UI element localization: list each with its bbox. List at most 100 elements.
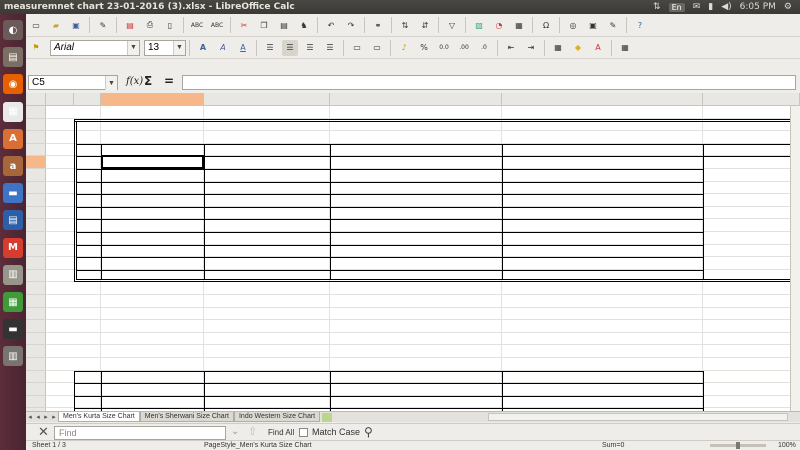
dash-icon[interactable]: ◐ bbox=[3, 20, 23, 40]
print-preview-icon[interactable]: ▯ bbox=[162, 17, 178, 33]
power-icon[interactable]: ⚙ bbox=[784, 2, 792, 12]
network-icon[interactable]: ⇅ bbox=[653, 2, 661, 12]
data-cell[interactable] bbox=[330, 219, 502, 232]
print-icon[interactable]: ⎙ bbox=[142, 17, 158, 33]
row-header-5[interactable] bbox=[26, 156, 46, 169]
data-cell[interactable] bbox=[330, 182, 502, 195]
new-document-icon[interactable]: ▭ bbox=[28, 17, 44, 33]
header-cell[interactable] bbox=[330, 371, 502, 384]
data-cell[interactable] bbox=[502, 169, 703, 182]
battery-icon[interactable]: ▮ bbox=[708, 2, 713, 12]
redo-icon[interactable]: ↷ bbox=[343, 17, 359, 33]
row-header-9[interactable] bbox=[26, 206, 46, 220]
row-header-8[interactable] bbox=[26, 194, 46, 207]
column-header-C[interactable] bbox=[101, 93, 204, 106]
increase-indent-icon[interactable]: ⇥ bbox=[523, 40, 539, 56]
merge-cells-icon[interactable]: ▭ bbox=[349, 40, 365, 56]
font-size-box[interactable]: 13 ▼ bbox=[144, 39, 186, 56]
header-cell[interactable] bbox=[101, 371, 204, 384]
hyperlink-icon[interactable]: ⚭ bbox=[370, 17, 386, 33]
copy-icon[interactable]: ❐ bbox=[256, 17, 272, 33]
data-cell[interactable] bbox=[204, 169, 330, 182]
header-cell[interactable] bbox=[502, 144, 703, 157]
cut-icon[interactable]: ✂ bbox=[236, 17, 252, 33]
data-cell[interactable] bbox=[502, 194, 703, 207]
number-format-icon[interactable]: 0.0 bbox=[436, 40, 452, 56]
row-header-6[interactable] bbox=[26, 169, 46, 182]
spreadsheet-grid[interactable] bbox=[26, 93, 800, 411]
styles-icon[interactable]: ⚑ bbox=[28, 40, 44, 56]
function-wizard-icon[interactable]: f(x) bbox=[126, 76, 143, 87]
trash-icon[interactable]: ▥ bbox=[3, 346, 23, 367]
open-icon[interactable]: ▰ bbox=[48, 17, 64, 33]
find-replace-icon[interactable]: ⚲ bbox=[364, 425, 373, 439]
section-title[interactable] bbox=[46, 358, 204, 371]
row-header-1[interactable] bbox=[26, 106, 46, 119]
column-header-A[interactable] bbox=[46, 93, 74, 106]
insert-image-icon[interactable]: ▨ bbox=[471, 17, 487, 33]
data-cell[interactable] bbox=[101, 194, 204, 207]
special-character-icon[interactable]: Ω bbox=[538, 17, 554, 33]
data-cell[interactable] bbox=[74, 169, 101, 182]
font-color-icon[interactable]: A bbox=[590, 40, 606, 56]
align-right-icon[interactable]: ☰ bbox=[302, 40, 318, 56]
percent-icon[interactable]: % bbox=[416, 40, 432, 56]
data-cell[interactable] bbox=[101, 396, 204, 409]
clone-formatting-icon[interactable]: ♞ bbox=[296, 17, 312, 33]
data-cell[interactable] bbox=[74, 207, 101, 220]
writer-doc-icon[interactable]: ▦ bbox=[3, 101, 23, 122]
data-cell[interactable] bbox=[330, 207, 502, 220]
data-cell[interactable] bbox=[330, 194, 502, 207]
prev-sheet-icon[interactable]: ◂ bbox=[34, 413, 42, 421]
row-header-23[interactable] bbox=[26, 383, 46, 396]
pivot-table-icon[interactable]: ▦ bbox=[511, 17, 527, 33]
justify-icon[interactable]: ☰ bbox=[322, 40, 338, 56]
data-cell[interactable] bbox=[74, 194, 101, 207]
match-case-checkbox[interactable] bbox=[299, 428, 308, 437]
name-box[interactable]: C5 ▼ bbox=[28, 75, 118, 90]
chevron-down-icon[interactable]: ▼ bbox=[127, 40, 139, 55]
header-cell[interactable] bbox=[330, 144, 502, 157]
impress-icon[interactable]: ▤ bbox=[3, 210, 23, 231]
mail-icon[interactable]: ✉ bbox=[693, 2, 701, 12]
selected-cell-c5[interactable] bbox=[101, 155, 204, 169]
grid-lines-icon[interactable]: ▦ bbox=[617, 40, 633, 56]
chevron-down-icon[interactable]: ▼ bbox=[105, 76, 117, 90]
data-cell[interactable] bbox=[502, 182, 703, 195]
find-input[interactable]: Find bbox=[54, 426, 226, 440]
files-icon[interactable]: ▤ bbox=[3, 47, 23, 68]
find-next-icon[interactable]: ⌄ bbox=[231, 426, 239, 437]
volume-icon[interactable]: ◀) bbox=[721, 2, 731, 12]
zoom-slider-knob[interactable] bbox=[736, 442, 740, 449]
software-center-icon[interactable]: A bbox=[3, 128, 23, 149]
row-header-22[interactable] bbox=[26, 370, 46, 384]
row-header-16[interactable] bbox=[26, 295, 46, 308]
align-center-icon[interactable]: ☰ bbox=[282, 39, 298, 56]
row-header-14[interactable] bbox=[26, 269, 46, 283]
autofilter-icon[interactable]: ▽ bbox=[444, 17, 460, 33]
formula-icon[interactable]: = bbox=[164, 74, 174, 88]
close-find-icon[interactable]: ✕ bbox=[38, 425, 49, 440]
data-cell[interactable] bbox=[74, 396, 101, 409]
sum-icon[interactable]: Σ bbox=[144, 74, 152, 88]
row-header-4[interactable] bbox=[26, 143, 46, 157]
data-cell[interactable] bbox=[330, 396, 502, 409]
horizontal-scrollbar[interactable] bbox=[488, 413, 788, 421]
sheet-tab-1[interactable]: Men's Kurta Size Chart bbox=[58, 412, 140, 422]
column-header-F[interactable] bbox=[502, 93, 703, 106]
data-cell[interactable] bbox=[502, 396, 703, 409]
last-sheet-icon[interactable]: ▸ bbox=[50, 413, 58, 421]
data-cell[interactable] bbox=[330, 169, 502, 182]
spellcheck-icon[interactable]: ABC bbox=[189, 17, 205, 33]
row-header-19[interactable] bbox=[26, 332, 46, 346]
vertical-scrollbar[interactable] bbox=[790, 106, 800, 411]
paste-icon[interactable]: ▤ bbox=[276, 17, 292, 33]
decrease-indent-icon[interactable]: ⇤ bbox=[503, 40, 519, 56]
row-header-21[interactable] bbox=[26, 358, 46, 371]
wrap-text-icon[interactable]: ▭ bbox=[369, 40, 385, 56]
row-header-20[interactable] bbox=[26, 345, 46, 358]
font-name-box[interactable]: Arial ▼ bbox=[50, 39, 140, 56]
gallery-icon[interactable]: ▣ bbox=[585, 17, 601, 33]
find-previous-icon[interactable]: ⇧ bbox=[248, 425, 257, 438]
row-header-13[interactable] bbox=[26, 257, 46, 270]
